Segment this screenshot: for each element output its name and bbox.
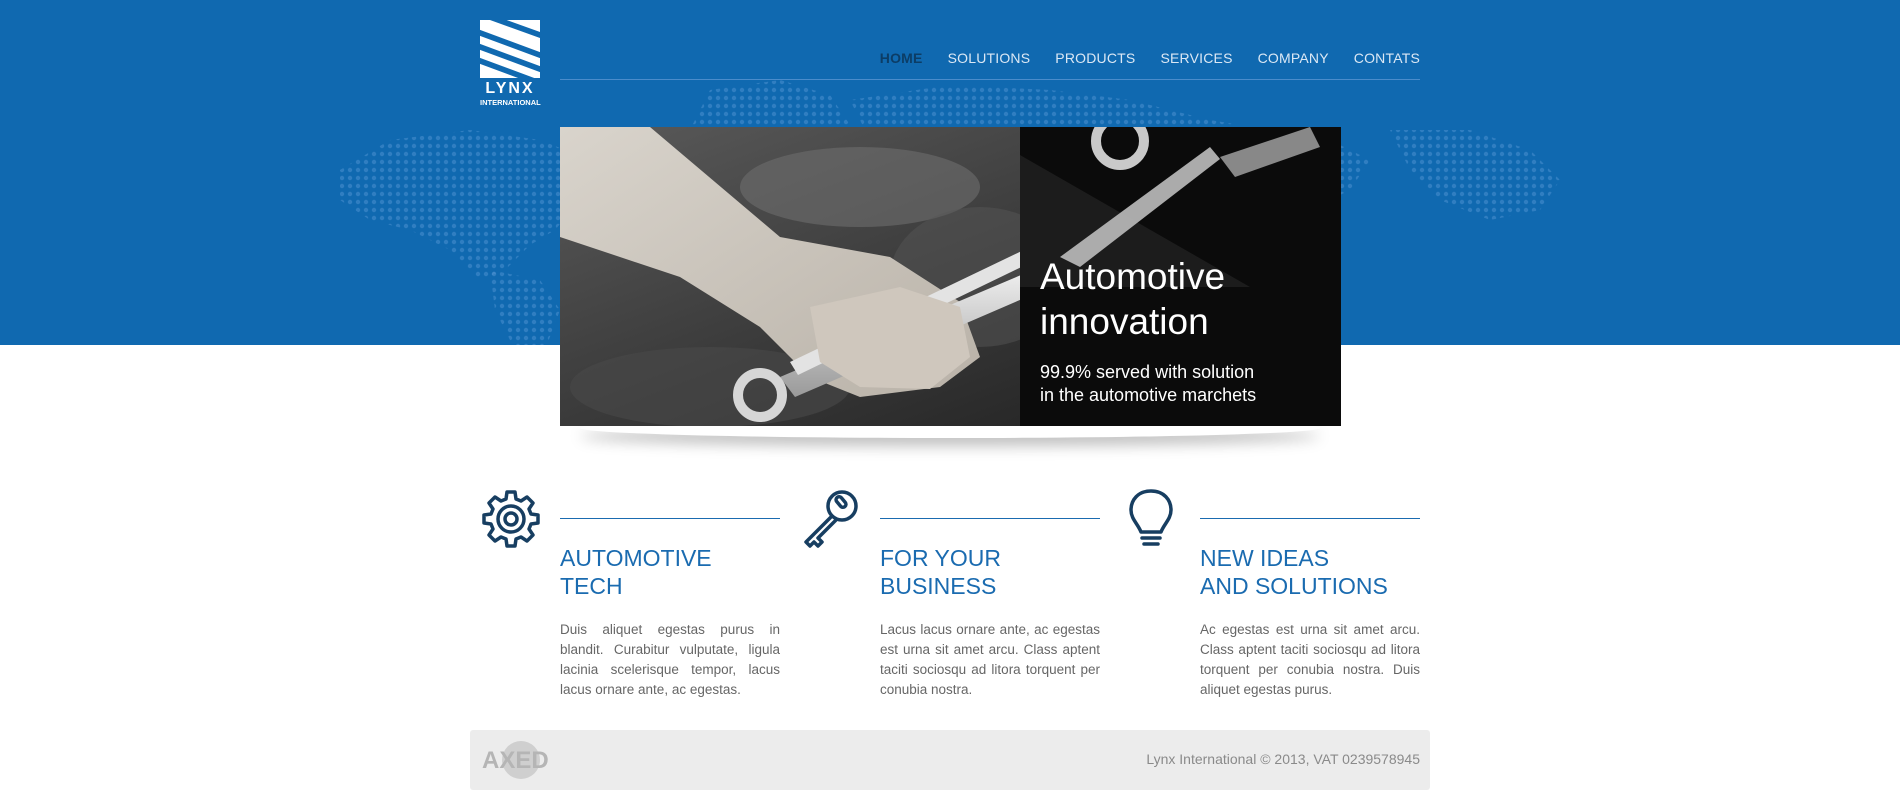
- feature-divider: [1200, 518, 1420, 519]
- brand-logo[interactable]: LYNX INTERNATIONAL: [480, 20, 541, 108]
- hero-subtitle-line1: 99.9% served with solution: [1040, 362, 1255, 382]
- feature-title: FOR YOUR BUSINESS: [880, 544, 1100, 600]
- feature-body: Duis aliquet egestas purus in blandit. C…: [560, 622, 780, 697]
- nav-item-company[interactable]: COMPANY: [1258, 50, 1329, 66]
- key-icon: [804, 490, 858, 548]
- nav-item-services[interactable]: SERVICES: [1160, 50, 1232, 66]
- feature-new-ideas: NEW IDEAS AND SOLUTIONS Ac egestas est u…: [1120, 488, 1420, 708]
- feature-divider: [880, 518, 1100, 519]
- feature-title: NEW IDEAS AND SOLUTIONS: [1200, 544, 1420, 600]
- hero-banner: Automotive innovation 99.9% served with …: [560, 127, 1341, 426]
- copyright-text: Lynx International © 2013, VAT 023957894…: [1146, 751, 1420, 767]
- footer: AXED Lynx International © 2013, VAT 0239…: [470, 730, 1430, 790]
- feature-body: Lacus lacus ornare ante, ac egestas est …: [880, 622, 1100, 697]
- brand-subtitle: INTERNATIONAL: [480, 98, 541, 107]
- feature-automotive-tech: AUTOMOTIVE TECH Duis aliquet egestas pur…: [480, 488, 780, 708]
- nav-item-solutions[interactable]: SOLUTIONS: [948, 50, 1031, 66]
- hero-subtitle-line2: in the automotive marchets: [1040, 385, 1257, 405]
- feature-title-line2: TECH: [560, 573, 623, 599]
- brand-name: LYNX: [485, 80, 535, 97]
- nav-divider: [560, 79, 1420, 80]
- partner-logo[interactable]: AXED: [480, 739, 562, 781]
- hero-subtitle: 99.9% served with solution in the automo…: [1040, 361, 1330, 407]
- lynx-logo-mark: [480, 20, 540, 78]
- main-nav: HOME SOLUTIONS PRODUCTS SERVICES COMPANY…: [855, 50, 1420, 66]
- hero-title-line2: innovation: [1040, 301, 1209, 342]
- feature-title-line1: FOR YOUR: [880, 545, 1001, 571]
- gear-icon: [482, 490, 540, 548]
- feature-title-line2: BUSINESS: [880, 573, 997, 599]
- feature-title-line1: NEW IDEAS: [1200, 545, 1330, 571]
- lightbulb-icon: [1129, 489, 1173, 546]
- feature-body: Ac egestas est urna sit amet arcu. Class…: [1200, 622, 1420, 697]
- nav-item-home[interactable]: HOME: [880, 50, 923, 66]
- nav-item-products[interactable]: PRODUCTS: [1055, 50, 1135, 66]
- feature-for-your-business: FOR YOUR BUSINESS Lacus lacus ornare ant…: [800, 488, 1100, 708]
- nav-item-contacts[interactable]: CONTATS: [1354, 50, 1420, 66]
- partner-logo-text: AXED: [482, 747, 549, 774]
- hero-title: Automotive innovation: [1040, 254, 1330, 344]
- hero-title-line1: Automotive: [1040, 256, 1226, 297]
- feature-title-line1: AUTOMOTIVE: [560, 545, 712, 571]
- feature-title-line2: AND SOLUTIONS: [1200, 573, 1388, 599]
- feature-title: AUTOMOTIVE TECH: [560, 544, 780, 600]
- feature-divider: [560, 518, 780, 519]
